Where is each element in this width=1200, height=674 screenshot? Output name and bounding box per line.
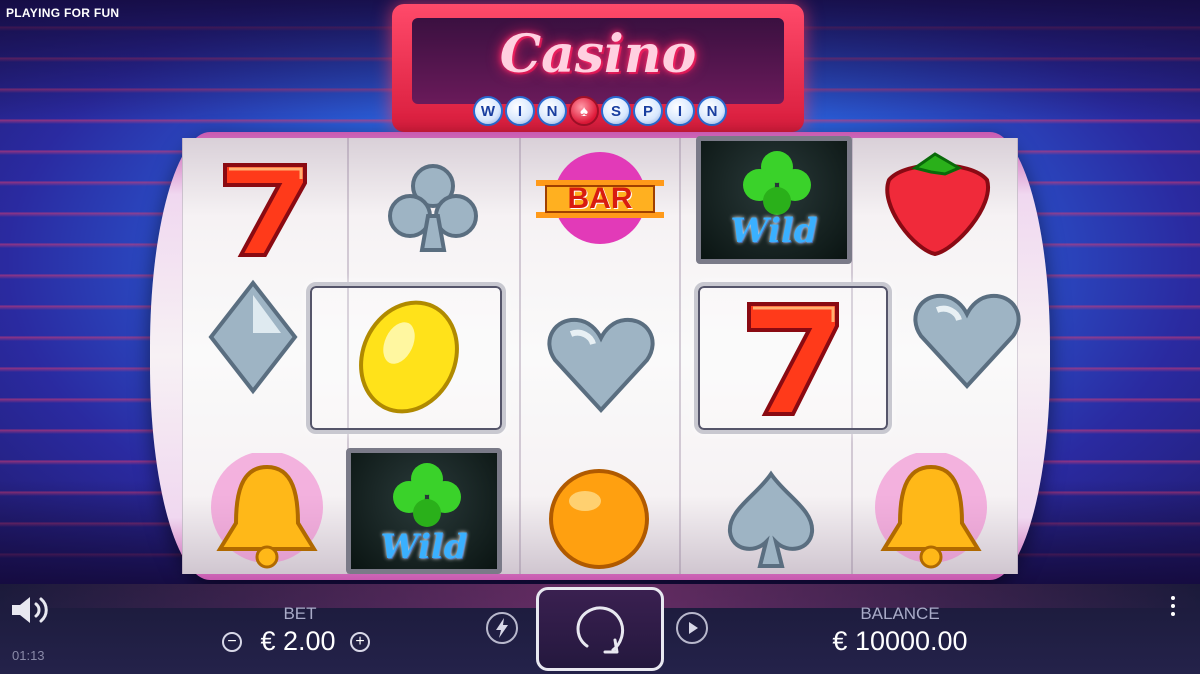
play-mode-label: PLAYING FOR FUN [6,6,120,20]
symbol-seven-icon [200,140,330,270]
bet-value: € 2.00 [260,626,336,656]
bet-increase-button[interactable]: + [350,632,370,652]
logo-spade-icon: ♠ [569,96,599,126]
symbol-heart-suit-icon [536,300,666,430]
game-logo: Casino W I N ♠ S P I N [392,4,804,132]
turbo-spin-button[interactable] [486,612,518,644]
bet-label: BET [283,604,317,623]
symbol-spade-suit-icon [706,456,836,586]
speaker-icon [12,597,48,623]
symbol-seven-icon [728,290,858,420]
symbol-strawberry-icon [872,140,1002,270]
symbol-wild: Wild [346,448,502,574]
logo-letter: I [505,96,535,126]
logo-casino-text: Casino [499,24,697,85]
autoplay-button[interactable] [676,612,708,644]
logo-letter: W [473,96,503,126]
menu-dot-icon [1171,612,1175,616]
symbol-diamond-suit-icon [188,272,318,402]
spin-button[interactable] [536,587,664,671]
symbol-lemon-icon [344,292,474,422]
wild-label: Wild [730,211,818,251]
clover-icon [393,463,461,527]
bar-label: BAR [567,182,633,215]
logo-winspin: W I N ♠ S P I N [450,96,750,132]
symbol-club-suit-icon [368,144,498,274]
logo-letter: I [665,96,695,126]
balance-value: € 10000.00 [832,626,968,656]
symbol-orange-icon [534,452,664,582]
logo-letter: P [633,96,663,126]
session-clock: 01:13 [12,648,45,663]
symbol-wild: Wild [696,136,852,264]
menu-button[interactable] [1164,596,1182,624]
lightning-icon [496,618,508,638]
symbol-bar: BAR [536,148,664,248]
bet-decrease-button[interactable]: − [222,632,242,652]
symbol-bell-icon [202,448,332,578]
logo-letter: N [697,96,727,126]
symbol-heart-suit-icon [902,276,1032,406]
spin-arrow-icon [576,606,625,654]
balance-label: BALANCE [860,604,940,623]
sound-toggle-button[interactable] [10,594,54,626]
menu-dot-icon [1171,596,1175,600]
wild-label: Wild [380,527,468,567]
play-icon [689,622,698,634]
symbol-bell-icon [866,448,996,578]
logo-letter: S [601,96,631,126]
logo-letter: N [537,96,567,126]
menu-dot-icon [1171,604,1175,608]
